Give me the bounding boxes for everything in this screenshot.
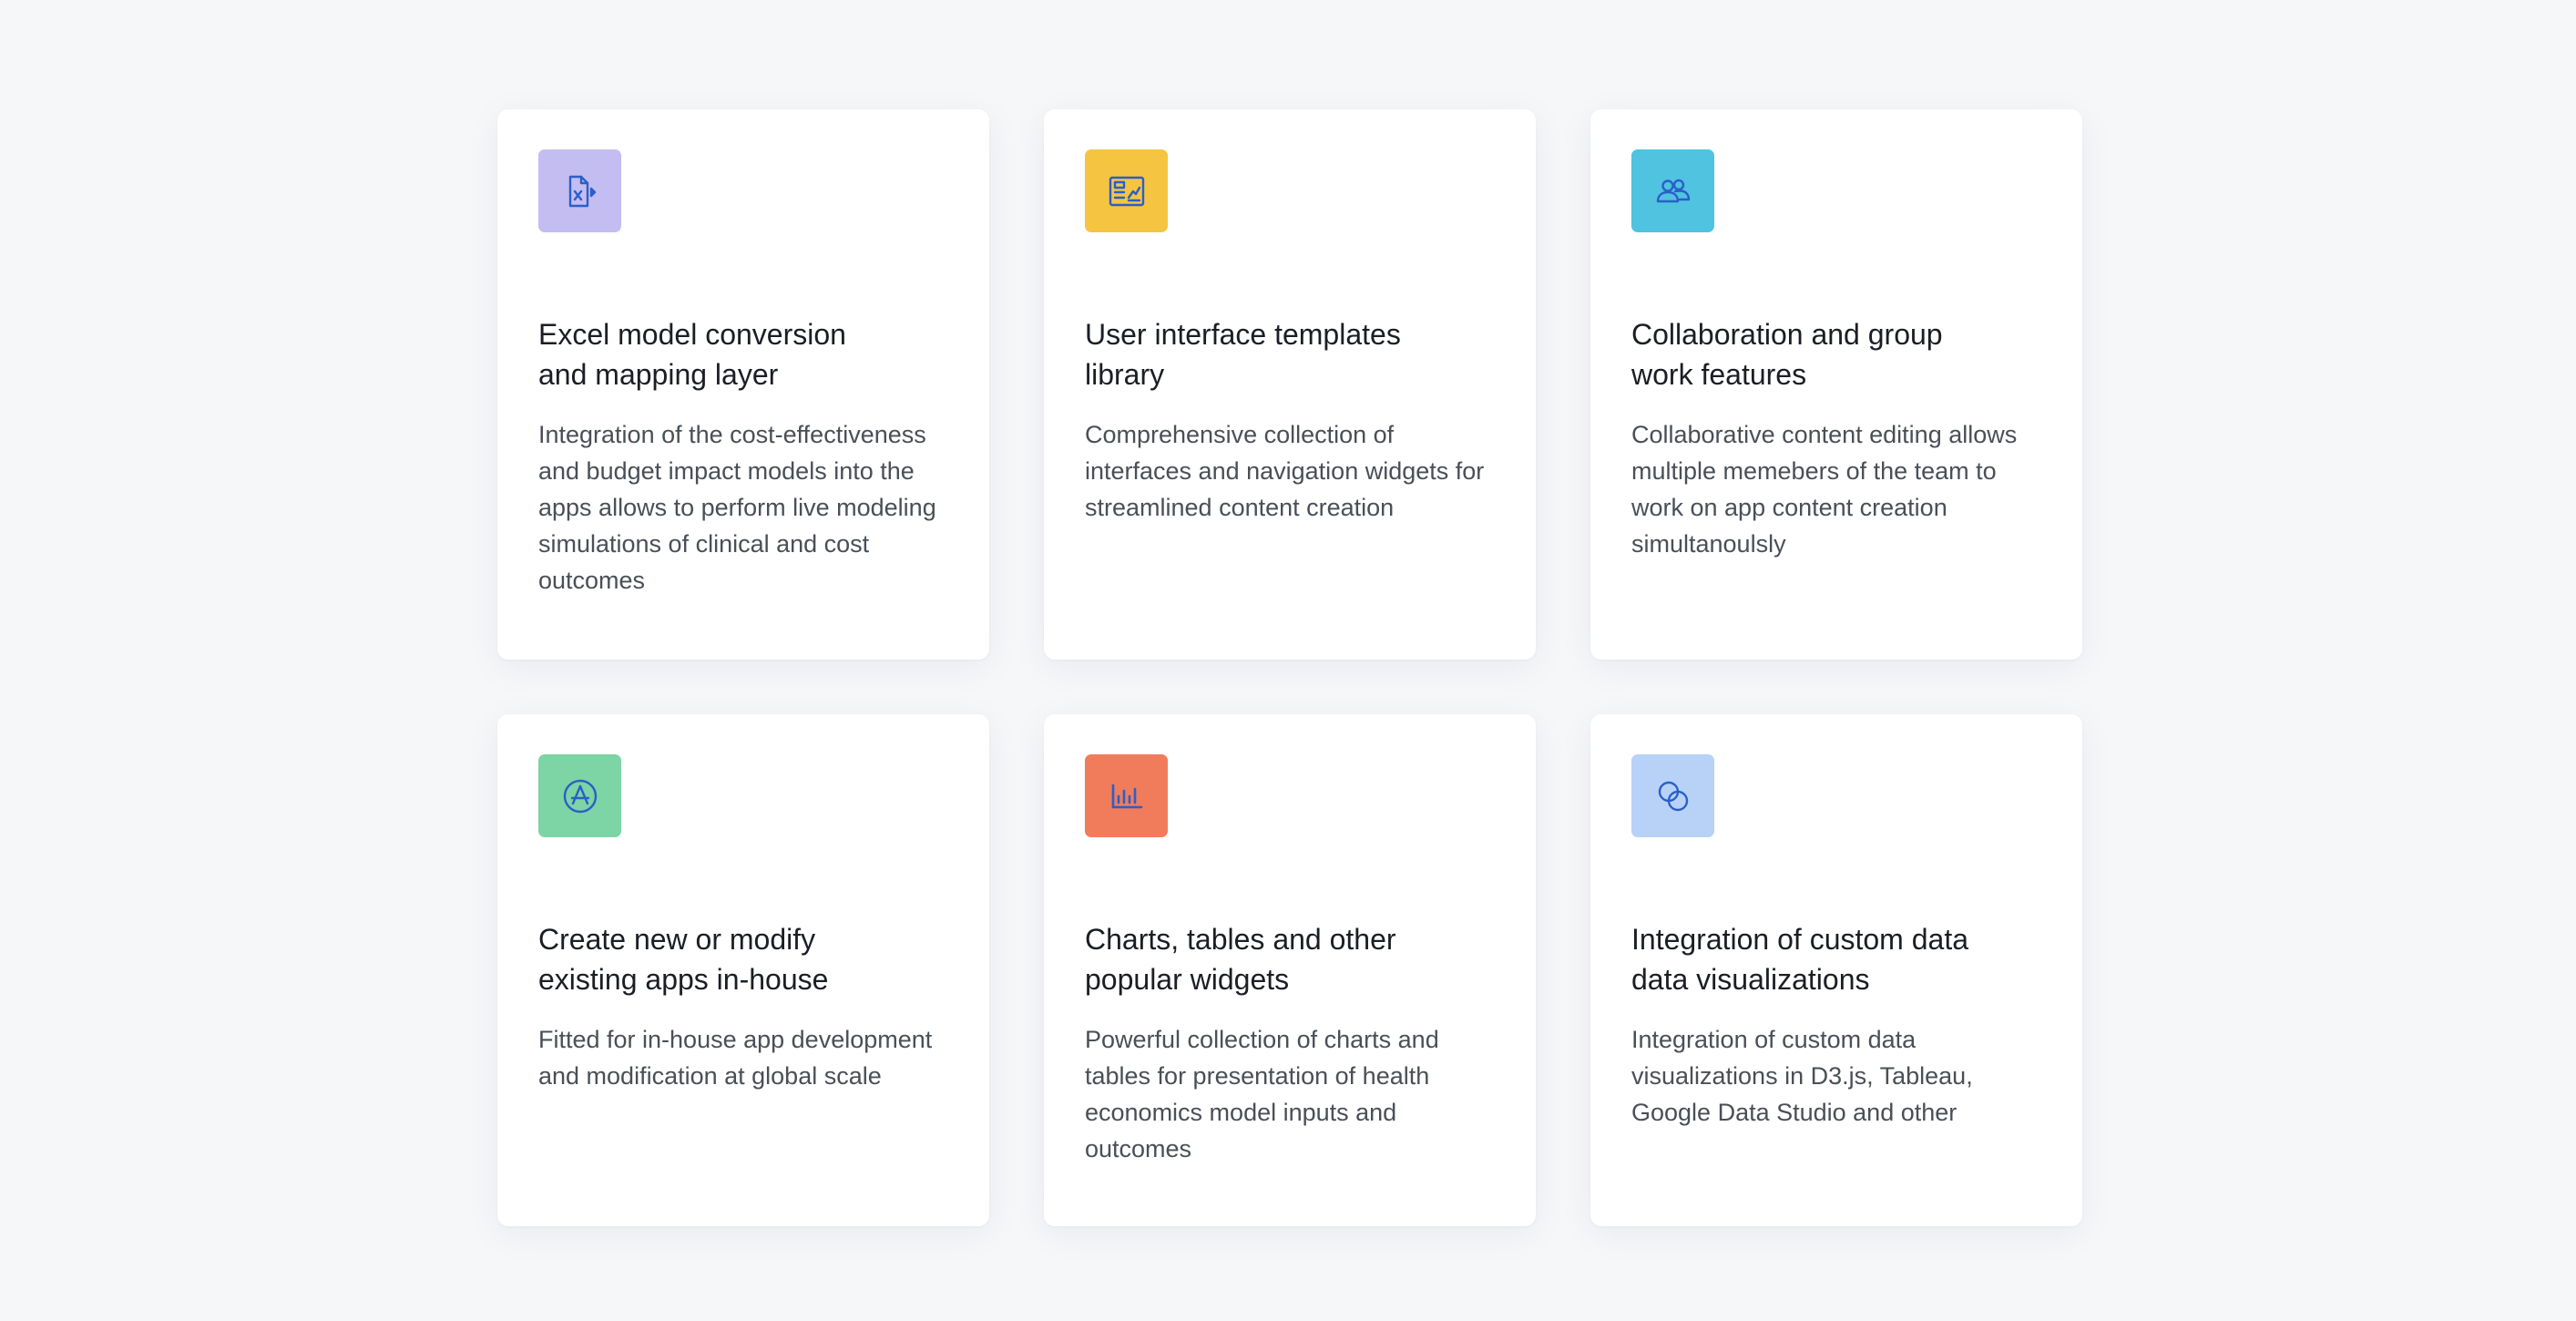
feature-description: Comprehensive collection of interfaces a… — [1085, 421, 1485, 521]
bar-chart-icon — [1111, 783, 1142, 808]
icon-tile — [1085, 149, 1168, 232]
feature-card-excel-conversion: Excel model conversion and mapping layer… — [497, 109, 989, 660]
feature-title: Charts, tables and other popular widgets — [1085, 923, 1396, 996]
feature-description: Integration of the cost-effectiveness an… — [538, 421, 936, 594]
feature-card-ui-templates: User interface templates library Compreh… — [1044, 109, 1536, 660]
overlapping-circles-icon — [1658, 781, 1688, 811]
icon-tile — [538, 149, 621, 232]
feature-description: Integration of custom data visualization… — [1631, 1026, 1973, 1126]
icon-tile — [1085, 754, 1168, 837]
app-store-icon — [563, 779, 597, 813]
feature-title: Excel model conversion and mapping layer — [538, 318, 846, 391]
feature-description: Collaborative content editing allows mul… — [1631, 421, 2018, 558]
excel-file-icon — [568, 175, 596, 207]
features-grid: Excel model conversion and mapping layer… — [497, 109, 2082, 1226]
users-group-icon — [1656, 179, 1690, 202]
feature-card-collaboration: Collaboration and group work features Co… — [1590, 109, 2082, 660]
icon-tile — [1631, 754, 1714, 837]
icon-tile — [1631, 149, 1714, 232]
template-layout-icon — [1109, 176, 1144, 206]
feature-card-in-house-apps: Create new or modify existing apps in-ho… — [497, 714, 989, 1226]
feature-title: Create new or modify existing apps in-ho… — [538, 923, 829, 996]
feature-title: User interface templates library — [1085, 318, 1401, 391]
feature-description: Powerful collection of charts and tables… — [1085, 1026, 1439, 1162]
feature-title: Collaboration and group work features — [1631, 318, 1943, 391]
feature-card-charts-widgets: Charts, tables and other popular widgets… — [1044, 714, 1536, 1226]
feature-card-custom-visualizations: Integration of custom data data visualiz… — [1590, 714, 2082, 1226]
icon-tile — [538, 754, 621, 837]
feature-title: Integration of custom data data visualiz… — [1631, 923, 1968, 996]
feature-description: Fitted for in-house app development and … — [538, 1026, 933, 1090]
